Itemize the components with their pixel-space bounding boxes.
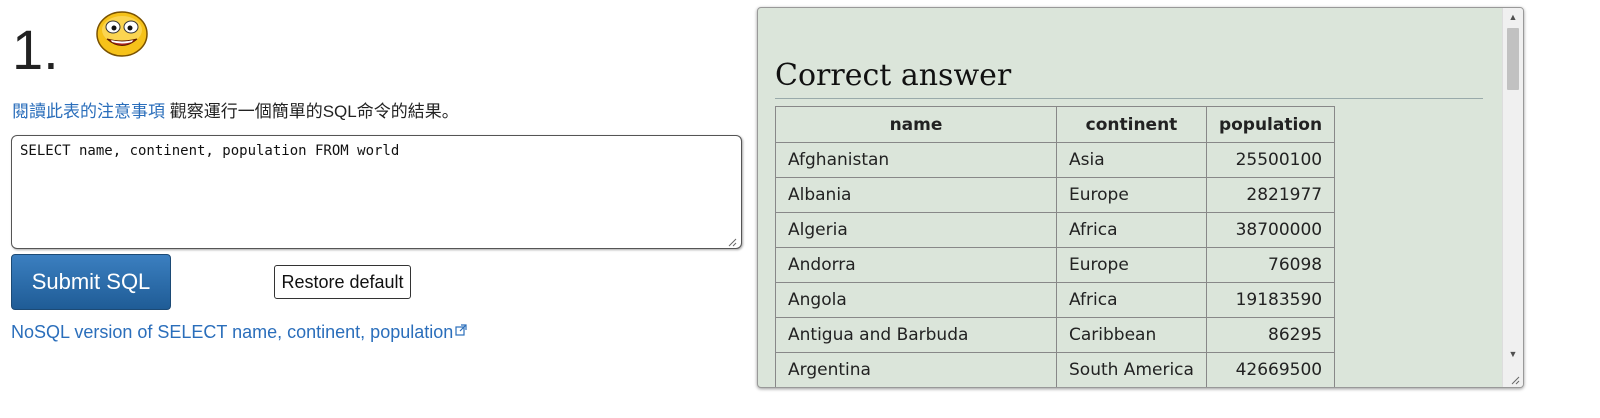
cell-name: Albania (775, 177, 1057, 213)
result-table: name continent population Afghanistan As… (775, 106, 1336, 387)
external-link-icon (455, 324, 467, 336)
table-row: Albania Europe 2821977 (775, 177, 1336, 213)
scroll-down-arrow-icon[interactable]: ▼ (1503, 347, 1523, 361)
cell-continent: Asia (1056, 142, 1207, 178)
restore-default-button[interactable]: Restore default (274, 265, 411, 299)
nosql-version-link[interactable]: NoSQL version of SELECT name, continent,… (11, 321, 467, 343)
answer-panel[interactable]: Correct answer name continent population… (757, 7, 1524, 388)
table-row: Angola Africa 19183590 (775, 282, 1336, 318)
cell-population: 25500100 (1205, 142, 1336, 178)
cell-population: 2821977 (1205, 177, 1336, 213)
table-row: Argentina South America 42669500 (775, 352, 1336, 387)
panel-resize-grip-icon[interactable] (1510, 375, 1520, 385)
table-header-row: name continent population (775, 106, 1336, 143)
cell-continent: Europe (1056, 247, 1207, 283)
cell-name: Argentina (775, 352, 1057, 387)
column-header-continent: continent (1056, 106, 1207, 143)
cell-continent: South America (1056, 352, 1207, 387)
title-divider (775, 98, 1483, 99)
nosql-link-text: NoSQL version of SELECT name, continent,… (11, 322, 454, 342)
table-row: Algeria Africa 38700000 (775, 212, 1336, 248)
page: 1. 閱讀此表的注意事項 觀察運行一個簡單的SQL命令的結果。 Submit S… (0, 0, 1600, 418)
cell-name: Andorra (775, 247, 1057, 283)
table-row: Antigua and Barbuda Caribbean 86295 (775, 317, 1336, 353)
submit-sql-button[interactable]: Submit SQL (11, 254, 171, 310)
cell-population: 42669500 (1205, 352, 1336, 387)
cell-population: 86295 (1205, 317, 1336, 353)
cell-name: Algeria (775, 212, 1057, 248)
column-header-population: population (1205, 106, 1336, 143)
notes-link[interactable]: 閱讀此表的注意事項 (12, 102, 165, 121)
smiley-icon (96, 11, 148, 57)
cell-continent: Africa (1056, 212, 1207, 248)
cell-name: Afghanistan (775, 142, 1057, 178)
vertical-scrollbar[interactable]: ▲ ▼ (1502, 8, 1523, 387)
sql-editor[interactable] (11, 135, 742, 249)
cell-name: Angola (775, 282, 1057, 318)
table-row: Afghanistan Asia 25500100 (775, 142, 1336, 178)
question-number: 1. (12, 18, 59, 81)
cell-continent: Europe (1056, 177, 1207, 213)
cell-continent: Caribbean (1056, 317, 1207, 353)
cell-population: 38700000 (1205, 212, 1336, 248)
resize-grip-icon[interactable] (727, 237, 737, 247)
instruction: 閱讀此表的注意事項 觀察運行一個簡單的SQL命令的結果。 (12, 101, 459, 123)
scroll-up-arrow-icon[interactable]: ▲ (1503, 10, 1523, 24)
instruction-text: 觀察運行一個簡單的SQL命令的結果。 (165, 102, 459, 121)
cell-population: 76098 (1205, 247, 1336, 283)
column-header-name: name (775, 106, 1057, 143)
scroll-thumb[interactable] (1507, 28, 1519, 90)
cell-population: 19183590 (1205, 282, 1336, 318)
answer-title: Correct answer (775, 58, 1012, 93)
table-row: Andorra Europe 76098 (775, 247, 1336, 283)
cell-continent: Africa (1056, 282, 1207, 318)
cell-name: Antigua and Barbuda (775, 317, 1057, 353)
